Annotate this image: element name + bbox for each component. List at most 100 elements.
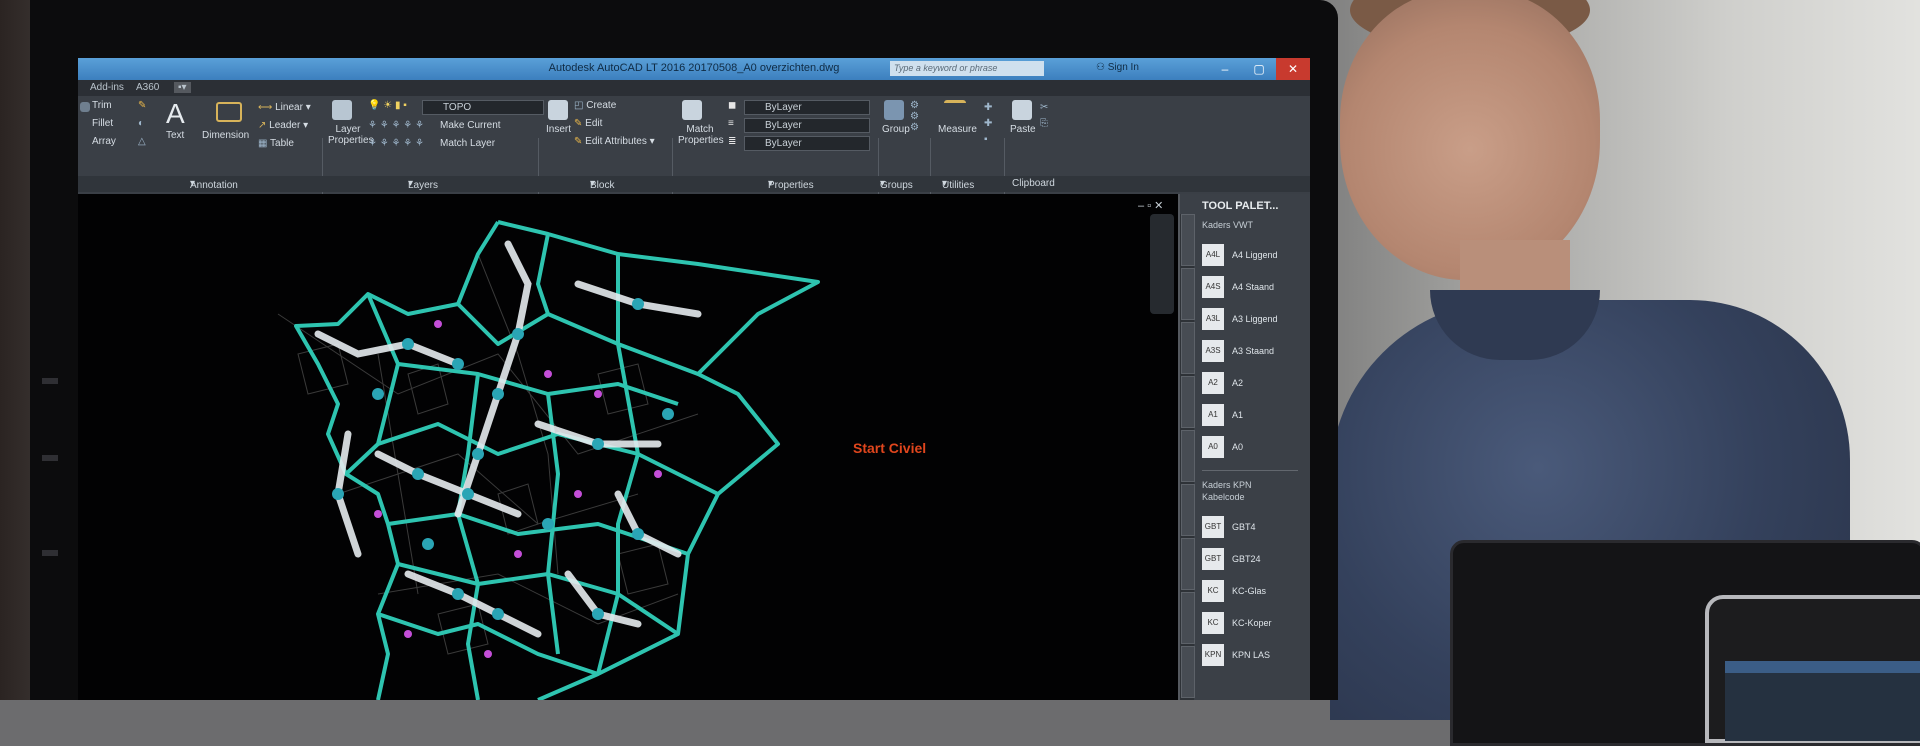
viewport-minimize-button[interactable]: – xyxy=(1138,200,1144,212)
palette-item-label: A4 Liggend xyxy=(1232,250,1278,260)
tab-add-ins[interactable]: Add-ins xyxy=(90,82,124,93)
clipboard-tool-icons[interactable]: ✂ ⎘ xyxy=(1040,100,1048,132)
viewport-close-button[interactable]: ✕ xyxy=(1154,200,1163,212)
panel-title-label: Block xyxy=(590,180,615,191)
palette-tab[interactable] xyxy=(1181,538,1195,590)
panel-title-label: Annotation xyxy=(190,180,238,191)
edit-button[interactable]: ✎ Edit xyxy=(574,118,602,129)
edit-icon: ✎ xyxy=(574,118,586,129)
palette-item-label: GBT24 xyxy=(1232,554,1261,564)
frame-icon: A0 xyxy=(1202,436,1224,458)
palette-item-label: A1 xyxy=(1232,410,1244,420)
bezel-mark xyxy=(42,378,58,384)
frame-icon: A3L xyxy=(1202,308,1224,330)
group-tool-icons[interactable]: ⚙ ⚙ ⚙ xyxy=(910,100,919,133)
frame-icon: A1 xyxy=(1202,404,1224,426)
measure-button[interactable]: Measure xyxy=(938,124,977,135)
panel-title-groups[interactable]: Groups ▾ xyxy=(880,178,913,191)
leader-label: Leader xyxy=(269,120,301,131)
linetype-dropdown[interactable]: ByLayer xyxy=(744,118,870,133)
create-button[interactable]: ◰ Create xyxy=(574,100,616,111)
palette-tab[interactable] xyxy=(1181,268,1195,320)
table-button[interactable]: ▦ Table xyxy=(258,138,294,149)
color-dropdown[interactable]: ByLayer xyxy=(744,100,870,115)
palette-tab[interactable] xyxy=(1181,430,1195,482)
maximize-button[interactable]: ▢ xyxy=(1242,58,1276,80)
palette-tab[interactable] xyxy=(1181,592,1195,644)
cable-icon: KPN xyxy=(1202,644,1224,666)
panel-title-utilities[interactable]: Utilities ▾ xyxy=(942,178,974,191)
dimension-button[interactable]: Dimension xyxy=(202,130,249,141)
sign-in-button[interactable]: ⚇ Sign In xyxy=(1096,62,1139,73)
array-button[interactable]: Array xyxy=(92,136,116,147)
palette-item-label: A3 Liggend xyxy=(1232,314,1278,324)
tab-overflow-icon[interactable]: ▪▾ xyxy=(174,82,191,93)
measure-icon xyxy=(944,100,966,115)
panel-title-clipboard[interactable]: Clipboard xyxy=(1012,178,1055,189)
text-icon[interactable]: A xyxy=(166,98,185,130)
modify-tool-icon[interactable]: ◐ xyxy=(138,118,144,129)
panel-title-layers[interactable]: Layers ▾ xyxy=(408,178,438,191)
attributes-icon: ✎ xyxy=(574,136,586,147)
palette-tab[interactable] xyxy=(1181,322,1195,374)
palette-tab[interactable] xyxy=(1181,646,1195,698)
create-icon: ◰ xyxy=(574,100,587,111)
frame-icon: A2 xyxy=(1202,372,1224,394)
frame-icon: A4L xyxy=(1202,244,1224,266)
palette-item-label: KC-Koper xyxy=(1232,618,1272,628)
linear-button[interactable]: ⟷ Linear ▾ xyxy=(258,102,311,113)
panel-title-label: Layers xyxy=(408,180,439,191)
palette-tab[interactable] xyxy=(1181,214,1195,266)
title-bar: Autodesk AutoCAD LT 2016 20170508_A0 ove… xyxy=(78,58,1310,80)
trim-button[interactable]: Trim xyxy=(92,100,112,111)
viewport-controls: – ▫ ✕ xyxy=(1138,199,1163,212)
autocad-window: Autodesk AutoCAD LT 2016 20170508_A0 ove… xyxy=(78,58,1310,700)
utility-tool-icons[interactable]: ✚ ✚ ▪ xyxy=(984,100,992,148)
minimize-button[interactable]: – xyxy=(1208,58,1242,80)
leader-button[interactable]: ↗ Leader ▾ xyxy=(258,120,308,131)
drawing-canvas[interactable]: Start Civiel – ▫ ✕ xyxy=(78,194,1178,700)
panel-title-block[interactable]: Block ▾ xyxy=(590,178,614,191)
palette-tab[interactable] xyxy=(1181,484,1195,536)
viewport-restore-button[interactable]: ▫ xyxy=(1147,200,1151,212)
palette-divider xyxy=(1202,470,1298,471)
tool-palette: TOOL PALET... Kaders VWT A4L A4 Liggend A… xyxy=(1178,194,1310,700)
panel-title-annotation[interactable]: Annotation ▾ xyxy=(190,178,238,191)
palette-tab[interactable] xyxy=(1181,376,1195,428)
layer-state-icons: 💡 ☀ ▮ ▪ xyxy=(368,100,407,111)
table-icon: ▦ xyxy=(258,138,271,149)
panel-title-properties[interactable]: Properties ▾ xyxy=(768,178,814,191)
layer-dropdown[interactable]: TOPO xyxy=(422,100,544,115)
palette-item-label: A2 xyxy=(1232,378,1244,388)
layer-properties-button[interactable]: Layer Properties xyxy=(328,124,374,146)
cable-icon: KC xyxy=(1202,580,1224,602)
search-input[interactable]: Type a keyword or phrase xyxy=(890,61,1044,76)
ribbon-panel-titles: Annotation ▾ Layers ▾ Block ▾ Properties… xyxy=(78,176,1310,192)
match-layer-button[interactable]: Match Layer xyxy=(440,138,495,149)
make-current-button[interactable]: Make Current xyxy=(440,120,501,131)
color-icon: ◼ xyxy=(728,100,737,111)
lineweight-dropdown[interactable]: ByLayer xyxy=(744,136,870,151)
palette-section-subtitle: Kabelcode xyxy=(1202,492,1245,502)
fillet-button[interactable]: Fillet xyxy=(92,118,113,129)
text-button[interactable]: Text xyxy=(166,130,184,141)
close-button[interactable]: ✕ xyxy=(1276,58,1310,80)
edit-attributes-button[interactable]: ✎ Edit Attributes ▾ xyxy=(574,136,655,147)
match-properties-button[interactable]: Match Properties xyxy=(678,124,724,146)
palette-item-label: KPN LAS xyxy=(1232,650,1271,660)
navigation-bar[interactable] xyxy=(1150,214,1174,314)
insert-button[interactable]: Insert xyxy=(546,124,571,135)
panel-title-label: Groups xyxy=(880,180,913,191)
linear-label: Linear xyxy=(275,102,303,113)
window-controls: – ▢ ✕ xyxy=(1208,58,1310,80)
edit-label: Edit xyxy=(585,118,603,129)
dimension-icon xyxy=(216,102,242,122)
modify-tool-icon[interactable]: △ xyxy=(138,136,146,147)
palette-tab-strip xyxy=(1180,214,1195,700)
edit-attributes-label: Edit Attributes xyxy=(585,136,647,147)
paste-button[interactable]: Paste xyxy=(1010,124,1036,135)
group-button[interactable]: Group xyxy=(882,124,910,135)
tab-a360[interactable]: A360 xyxy=(136,82,159,93)
modify-tool-icon[interactable]: ✎ xyxy=(138,100,146,111)
layer-tool-icons: ⚘ ⚘ ⚘ ⚘ ⚘ xyxy=(368,138,424,149)
